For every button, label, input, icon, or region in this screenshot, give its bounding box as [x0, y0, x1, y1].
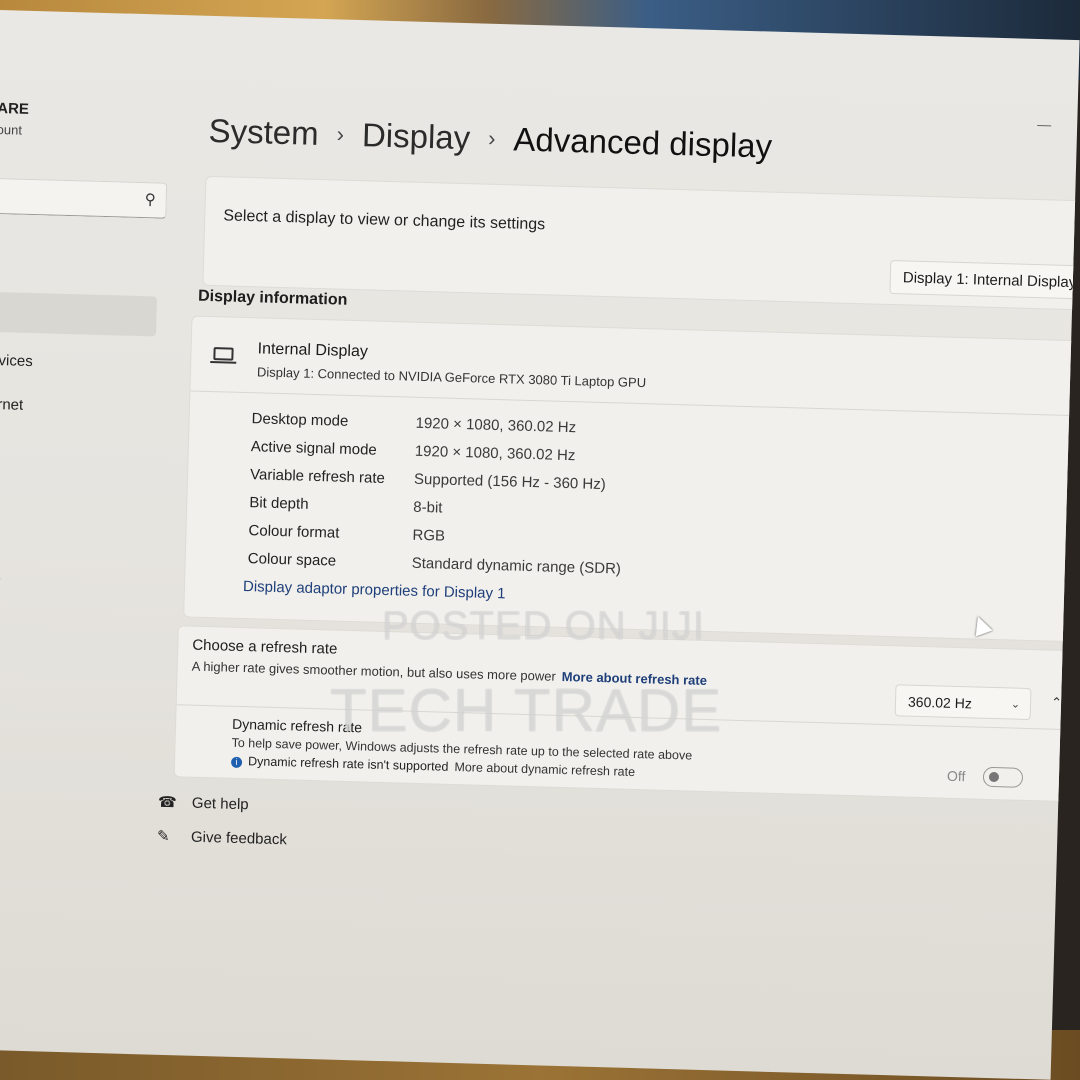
info-label: Bit depth — [249, 494, 309, 513]
info-row: Active signal mode 1920 × 1080, 360.02 Hz — [251, 438, 576, 464]
account-subtitle: ount — [0, 121, 23, 138]
give-feedback-link[interactable]: ✎ Give feedback — [157, 827, 287, 849]
help-icon: ☎ — [157, 793, 177, 812]
chevron-up-icon[interactable]: ⌃ — [1051, 695, 1062, 711]
feedback-icon: ✎ — [156, 827, 170, 846]
chevron-down-icon: ⌄ — [1010, 698, 1021, 711]
info-value: Supported (156 Hz - 360 Hz) — [413, 470, 606, 494]
search-icon[interactable]: ⚲ — [145, 190, 156, 208]
get-help-link[interactable]: ☎ Get help — [158, 793, 249, 814]
minimize-button[interactable] — [1037, 125, 1052, 127]
breadcrumb-separator: › — [487, 125, 496, 151]
display-name: Internal Display — [257, 340, 369, 361]
breadcrumb-system[interactable]: System — [208, 112, 319, 152]
info-label: Active signal mode — [250, 438, 377, 459]
info-row: Desktop mode 1920 × 1080, 360.02 Hz — [251, 410, 576, 436]
dynamic-refresh-toggle[interactable] — [982, 766, 1024, 788]
dynamic-refresh-link[interactable]: More about dynamic refresh rate — [454, 760, 635, 779]
info-value: RGB — [412, 526, 446, 545]
refresh-rate-description: A higher rate gives smoother motion, but… — [191, 658, 557, 684]
sidebar-item-language[interactable]: ge — [0, 570, 1, 587]
refresh-rate-card: Choose a refresh rate A higher rate give… — [173, 625, 1080, 803]
adaptor-properties-link[interactable]: Display adaptor properties for Display 1 — [243, 578, 506, 602]
refresh-rate-value: 360.02 Hz — [907, 693, 973, 712]
info-value: Standard dynamic range (SDR) — [411, 554, 622, 578]
page-title: Advanced display — [512, 120, 773, 165]
info-label: Desktop mode — [251, 410, 349, 430]
refresh-rate-title: Choose a refresh rate — [192, 636, 338, 658]
display-information-card: Internal Display Display 1: Connected to… — [183, 315, 1080, 643]
get-help-label: Get help — [191, 794, 249, 814]
dynamic-refresh-note: Dynamic refresh rate isn't supported — [247, 754, 449, 774]
breadcrumb-display[interactable]: Display — [362, 116, 471, 156]
info-label: Variable refresh rate — [249, 466, 386, 487]
refresh-rate-description-line: A higher rate gives smoother motion, but… — [192, 659, 708, 688]
settings-window: ARE ount ⚲ evices ernet n ge ty e System… — [0, 10, 1080, 1080]
display-connection: Display 1: Connected to NVIDIA GeForce R… — [256, 364, 647, 391]
info-row: Variable refresh rate Supported (156 Hz -… — [250, 466, 606, 493]
display-dropdown[interactable]: Display 1: Internal Display — [889, 259, 1080, 300]
search-input[interactable]: ⚲ — [0, 177, 168, 219]
info-row: Bit depth 8-bit — [249, 494, 443, 516]
sidebar-item-devices[interactable]: evices — [0, 352, 33, 370]
info-row: Colour space Standard dynamic range (SDR) — [248, 550, 622, 577]
dynamic-refresh-title: Dynamic refresh rate — [231, 715, 363, 736]
sidebar-item-internet[interactable]: ernet — [0, 396, 23, 414]
select-display-prompt: Select a display to view or change its s… — [223, 207, 546, 234]
display-info-header: Internal Display Display 1: Connected to… — [190, 316, 1080, 417]
breadcrumb: System › Display › Advanced display — [208, 112, 772, 166]
toggle-state-label: Off — [946, 767, 966, 785]
laptop-icon — [213, 347, 234, 361]
info-value: 1920 × 1080, 360.02 Hz — [415, 414, 577, 437]
info-label: Colour space — [247, 550, 337, 570]
breadcrumb-separator: › — [336, 121, 345, 147]
toggle-knob — [988, 771, 1000, 783]
info-icon: i — [230, 756, 243, 769]
info-label: Colour format — [248, 522, 340, 542]
give-feedback-label: Give feedback — [190, 828, 288, 849]
display-information-heading: Display information — [197, 287, 348, 309]
account-name: ARE — [0, 99, 30, 118]
info-value: 1920 × 1080, 360.02 Hz — [414, 442, 576, 465]
sidebar-item-selected[interactable] — [0, 291, 158, 337]
refresh-rate-dropdown[interactable]: 360.02 Hz ⌄ — [894, 684, 1032, 721]
info-row: Colour format RGB — [248, 522, 445, 544]
refresh-rate-link[interactable]: More about refresh rate — [562, 669, 708, 688]
info-value: 8-bit — [413, 498, 443, 517]
